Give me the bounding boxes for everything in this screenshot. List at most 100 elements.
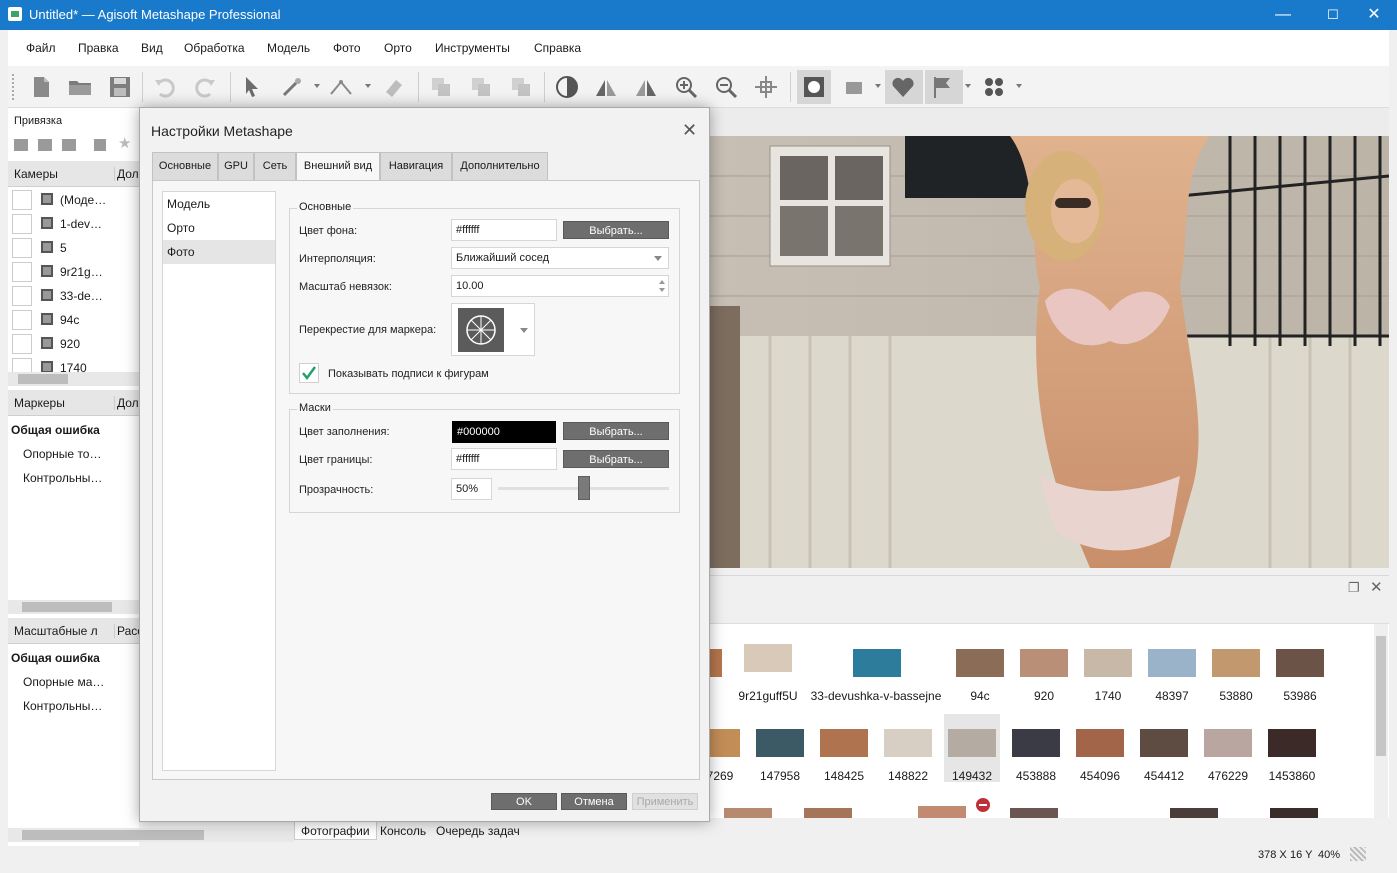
tab-general[interactable]: Основные — [152, 152, 218, 181]
tab-appearance[interactable]: Внешний вид — [296, 152, 380, 182]
opacity-field[interactable]: 50% — [451, 478, 492, 500]
menu-model[interactable]: Модель — [267, 41, 310, 55]
menu-file[interactable]: Файл — [26, 41, 56, 55]
photo-thumbnail[interactable] — [724, 808, 772, 818]
show-shape-labels-checkbox[interactable] — [299, 363, 319, 383]
markers-check-points[interactable]: Контрольны… — [23, 471, 102, 485]
fit-view-icon[interactable] — [753, 74, 779, 100]
cameras-hscrollbar[interactable] — [8, 372, 139, 386]
dropdown-arrow-icon[interactable] — [314, 84, 320, 88]
scroll-thumb[interactable] — [22, 602, 112, 612]
photo-thumbnail[interactable] — [1170, 808, 1218, 818]
dropdown-arrow-icon[interactable] — [875, 84, 881, 88]
camera-checkbox[interactable] — [12, 334, 32, 354]
tab-navigation[interactable]: Навигация — [380, 152, 452, 181]
camera-row[interactable]: 1-dev… — [8, 212, 139, 236]
residual-scale-spinbox[interactable]: 10.00 — [451, 275, 669, 297]
camera-checkbox[interactable] — [12, 310, 32, 330]
photo-thumbnail[interactable] — [710, 729, 740, 757]
photo-view[interactable] — [710, 136, 1389, 568]
undo-icon[interactable] — [152, 74, 178, 100]
spin-down-icon[interactable] — [659, 288, 665, 292]
spin-up-icon[interactable] — [659, 280, 665, 284]
background-color-field[interactable]: #ffffff — [451, 219, 557, 241]
flag-icon[interactable] — [930, 74, 956, 100]
photo-thumbnail[interactable] — [1010, 808, 1058, 818]
menu-view[interactable]: Вид — [141, 41, 163, 55]
tab-gpu[interactable]: GPU — [218, 152, 254, 181]
cameras-header[interactable]: Камеры Дол — [8, 161, 139, 187]
tab-photos[interactable]: Фотографии — [294, 820, 377, 840]
photo-thumbnail[interactable] — [744, 644, 792, 672]
photo-thumbnail[interactable] — [804, 808, 852, 818]
paste-icon[interactable] — [508, 74, 534, 100]
ruler-tool-icon[interactable] — [328, 74, 354, 100]
open-folder-icon[interactable] — [67, 74, 93, 100]
camera-checkbox[interactable] — [12, 238, 32, 258]
save-icon[interactable] — [107, 74, 133, 100]
scroll-thumb[interactable] — [18, 374, 68, 384]
import-icon[interactable] — [14, 139, 28, 151]
cancel-button[interactable]: Отмена — [561, 793, 627, 810]
border-color-choose-button[interactable]: Выбрать... — [563, 450, 669, 468]
shapes-icon[interactable] — [842, 74, 868, 100]
copy-alt-icon[interactable] — [468, 74, 494, 100]
scales-header[interactable]: Масштабные л Расс — [8, 618, 143, 644]
zoom-in-icon[interactable] — [673, 74, 699, 100]
scales-control-bars[interactable]: Опорные ма… — [23, 675, 104, 689]
fill-color-field[interactable]: #000000 — [452, 421, 556, 443]
menu-help[interactable]: Справка — [534, 41, 581, 55]
camera-row[interactable]: 94c — [8, 308, 139, 332]
markers-hscrollbar[interactable] — [8, 600, 139, 614]
camera-row[interactable]: (Моде… — [8, 188, 139, 212]
new-document-icon[interactable] — [28, 74, 54, 100]
camera-row[interactable]: 9r21g… — [8, 260, 139, 284]
camera-checkbox[interactable] — [12, 262, 32, 282]
category-ortho[interactable]: Орто — [163, 216, 275, 240]
menu-workflow[interactable]: Обработка — [184, 41, 245, 55]
select-cursor-icon[interactable] — [239, 74, 265, 100]
photo-thumbnail[interactable] — [820, 729, 868, 757]
photo-thumbnail[interactable] — [1140, 729, 1188, 757]
export-icon[interactable] — [38, 139, 52, 151]
scales-check-bars[interactable]: Контрольны… — [23, 699, 102, 713]
scales-hscrollbar[interactable] — [8, 828, 294, 842]
photo-thumbnail[interactable] — [1148, 649, 1196, 677]
copy-icon[interactable] — [428, 74, 454, 100]
photo-thumbnail[interactable] — [884, 729, 932, 757]
minimize-button[interactable]: — — [1260, 0, 1306, 30]
fill-color-choose-button[interactable]: Выбрать... — [563, 422, 669, 440]
photo-thumbnail[interactable] — [853, 649, 901, 677]
photo-thumbnail[interactable] — [918, 806, 966, 818]
flip-vertical-icon[interactable] — [633, 74, 659, 100]
photos-vscrollbar[interactable] — [1374, 624, 1388, 818]
photo-thumbnail[interactable] — [756, 729, 804, 757]
border-color-field[interactable]: #ffffff — [451, 448, 557, 470]
opacity-slider-thumb[interactable] — [577, 476, 590, 500]
camera-checkbox[interactable] — [12, 214, 32, 234]
photo-thumbnail[interactable] — [1084, 649, 1132, 677]
scale-bars-column[interactable]: Масштабные л — [14, 624, 98, 638]
photo-thumbnail[interactable] — [1012, 729, 1060, 757]
close-pane-icon[interactable]: ✕ — [1370, 578, 1383, 596]
camera-row[interactable]: 920 — [8, 332, 139, 356]
tab-network[interactable]: Сеть — [254, 152, 296, 181]
star-icon[interactable]: ★ — [118, 134, 131, 152]
menu-ortho[interactable]: Орто — [384, 41, 412, 55]
menu-edit[interactable]: Правка — [78, 41, 119, 55]
marker-crosshair-select[interactable] — [451, 303, 535, 356]
camera-checkbox[interactable] — [12, 358, 32, 372]
camera-checkbox[interactable] — [12, 286, 32, 306]
photo-thumbnail[interactable] — [1204, 729, 1252, 757]
markers-header[interactable]: Маркеры Дол — [8, 390, 139, 416]
dialog-close-icon[interactable]: ✕ — [682, 120, 697, 141]
dropdown-arrow-icon[interactable] — [365, 84, 371, 88]
maximize-button[interactable]: ☐ — [1310, 0, 1356, 30]
photo-thumbnail[interactable] — [1270, 808, 1318, 818]
photo-thumbnail[interactable] — [956, 649, 1004, 677]
markers-control-points[interactable]: Опорные то… — [23, 447, 101, 461]
photo-thumbnail[interactable] — [1020, 649, 1068, 677]
photo-thumbnail[interactable] — [1276, 649, 1324, 677]
contrast-icon[interactable] — [554, 74, 580, 100]
calculator-icon[interactable] — [94, 139, 106, 151]
